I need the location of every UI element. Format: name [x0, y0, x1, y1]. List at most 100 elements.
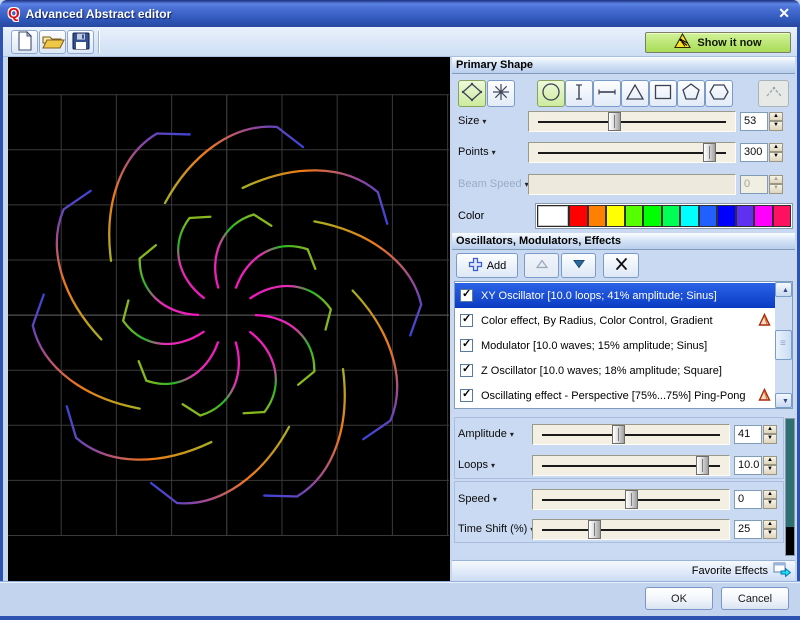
amplitude-spin-down[interactable]: ▼	[763, 434, 777, 444]
color-swatch[interactable]	[588, 205, 607, 227]
amplitude-slider-thumb[interactable]	[612, 425, 625, 444]
time-shift-value[interactable]: 25	[734, 520, 762, 539]
color-swatch[interactable]	[662, 205, 681, 227]
time-shift-slider-thumb[interactable]	[588, 520, 601, 539]
favorite-effects-label[interactable]: Favorite Effects	[692, 565, 768, 577]
amplitude-label[interactable]: Amplitude▾	[452, 428, 532, 440]
loops-spin-up[interactable]: ▲	[763, 456, 777, 466]
speed-spin-up[interactable]: ▲	[763, 490, 777, 500]
dropdown-arrow-icon: ▾	[491, 461, 495, 470]
time-shift-slider[interactable]	[532, 519, 730, 540]
color-swatch[interactable]	[643, 205, 662, 227]
speed-spin-down[interactable]: ▼	[763, 499, 777, 509]
show-it-now-button[interactable]: Show it now	[645, 32, 791, 53]
star-shape-button[interactable]	[487, 80, 515, 107]
open-file-button[interactable]	[39, 30, 66, 54]
color-swatch[interactable]	[606, 205, 625, 227]
zigzag-icon	[761, 80, 787, 107]
delete-effect-button[interactable]	[603, 253, 639, 278]
horizontal-line-shape-button[interactable]	[593, 80, 621, 107]
points-value[interactable]: 300	[740, 143, 768, 162]
amplitude-spin-up[interactable]: ▲	[763, 425, 777, 435]
color-swatch[interactable]	[569, 205, 588, 227]
points-slider[interactable]	[528, 142, 736, 163]
save-file-button[interactable]	[67, 30, 94, 54]
size-slider-groove	[538, 121, 726, 123]
speed-value[interactable]: 0	[734, 490, 762, 509]
loops-value[interactable]: 10.0	[734, 456, 762, 475]
effect-item[interactable]: ✓Modulator [10.0 waves; 15% amplitude; S…	[455, 333, 775, 358]
move-effect-down-button[interactable]	[561, 253, 596, 278]
beam-speed-label[interactable]: Beam Speed▾	[452, 178, 528, 190]
effect-item[interactable]: ✓Z Oscillator [10.0 waves; 18% amplitude…	[455, 358, 775, 383]
effect-checkbox[interactable]: ✓	[460, 289, 473, 302]
vertical-line-shape-button[interactable]	[565, 80, 593, 107]
color-swatch[interactable]	[754, 205, 773, 227]
speed-slider-thumb[interactable]	[625, 490, 638, 509]
diamond-shape-button[interactable]	[458, 80, 486, 107]
loops-spin-down[interactable]: ▼	[763, 465, 777, 475]
time-shift-label[interactable]: Time Shift (%)▾	[452, 523, 532, 535]
size-slider-thumb[interactable]	[608, 112, 621, 131]
beam-speed-slider[interactable]	[528, 174, 736, 195]
effects-list-scrollbar[interactable]: ▲ ▼	[775, 282, 792, 408]
zigzag-shape-button[interactable]	[758, 80, 789, 107]
cancel-button[interactable]: Cancel	[721, 587, 789, 610]
pentagon-shape-button[interactable]	[677, 80, 705, 107]
loops-slider[interactable]	[532, 455, 730, 476]
move-effect-up-button[interactable]	[524, 253, 559, 278]
add-effect-button[interactable]: Add	[456, 253, 518, 278]
points-slider-thumb[interactable]	[703, 143, 716, 162]
speed-slider[interactable]	[532, 489, 730, 510]
color-swatch[interactable]	[625, 205, 644, 227]
size-spin-down[interactable]: ▼	[769, 121, 783, 131]
points-label[interactable]: Points▾	[452, 146, 528, 158]
color-swatch[interactable]	[680, 205, 699, 227]
color-swatch[interactable]	[699, 205, 718, 227]
new-file-button[interactable]	[11, 30, 38, 54]
title-bar[interactable]: Q Advanced Abstract editor ✕	[0, 0, 800, 27]
effect-item[interactable]: ✓Color effect, By Radius, Color Control,…	[455, 308, 775, 333]
loops-label[interactable]: Loops▾	[452, 459, 532, 471]
color-swatch[interactable]	[736, 205, 755, 227]
effect-item[interactable]: ✓XY Oscillator [10.0 loops; 41% amplitud…	[455, 283, 775, 308]
close-icon[interactable]: ✕	[778, 5, 790, 22]
points-spin-up[interactable]: ▲	[769, 143, 783, 153]
scrollbar-thumb[interactable]	[775, 330, 792, 360]
scroll-down-icon[interactable]: ▼	[775, 393, 792, 408]
amplitude-slider[interactable]	[532, 424, 730, 445]
points-spin-down[interactable]: ▼	[769, 152, 783, 162]
size-value[interactable]: 53	[740, 112, 768, 131]
favorite-effects-icon[interactable]	[773, 562, 791, 580]
hexagon-shape-button[interactable]	[705, 80, 733, 107]
color-swatch[interactable]	[717, 205, 736, 227]
square-shape-button[interactable]	[649, 80, 677, 107]
color-swatch[interactable]	[773, 205, 792, 227]
scroll-up-icon[interactable]: ▲	[775, 282, 792, 297]
effect-checkbox[interactable]: ✓	[460, 389, 473, 402]
size-slider[interactable]	[528, 111, 736, 132]
time-shift-spin-down[interactable]: ▼	[763, 529, 777, 539]
toolbar-separator	[98, 31, 99, 53]
effect-item[interactable]: ✓Oscillating effect - Perspective [75%..…	[455, 383, 775, 408]
effect-item[interactable]: ✓Color effect, By Points, Color Control,…	[455, 408, 775, 409]
triangle-shape-button[interactable]	[621, 80, 649, 107]
amplitude-value[interactable]: 41	[734, 425, 762, 444]
color-row: Color	[452, 203, 795, 229]
speed-label[interactable]: Speed▾	[452, 493, 532, 505]
effect-checkbox[interactable]: ✓	[460, 339, 473, 352]
ok-button[interactable]: OK	[645, 587, 713, 610]
beam-speed-spin-up[interactable]: ▲	[769, 175, 783, 185]
beam-speed-spin-down[interactable]: ▼	[769, 184, 783, 194]
color-swatch[interactable]	[537, 205, 569, 227]
favorite-effects-bar: Favorite Effects	[452, 560, 795, 581]
circle-shape-button[interactable]	[537, 80, 565, 107]
effect-checkbox[interactable]: ✓	[460, 314, 473, 327]
beam-speed-value[interactable]: 0	[740, 175, 768, 194]
size-label[interactable]: Size▾	[452, 115, 528, 127]
effect-checkbox[interactable]: ✓	[460, 364, 473, 377]
metronome-icon	[758, 388, 771, 404]
size-spin-up[interactable]: ▲	[769, 112, 783, 122]
time-shift-spin-up[interactable]: ▲	[763, 520, 777, 530]
loops-slider-thumb[interactable]	[696, 456, 709, 475]
